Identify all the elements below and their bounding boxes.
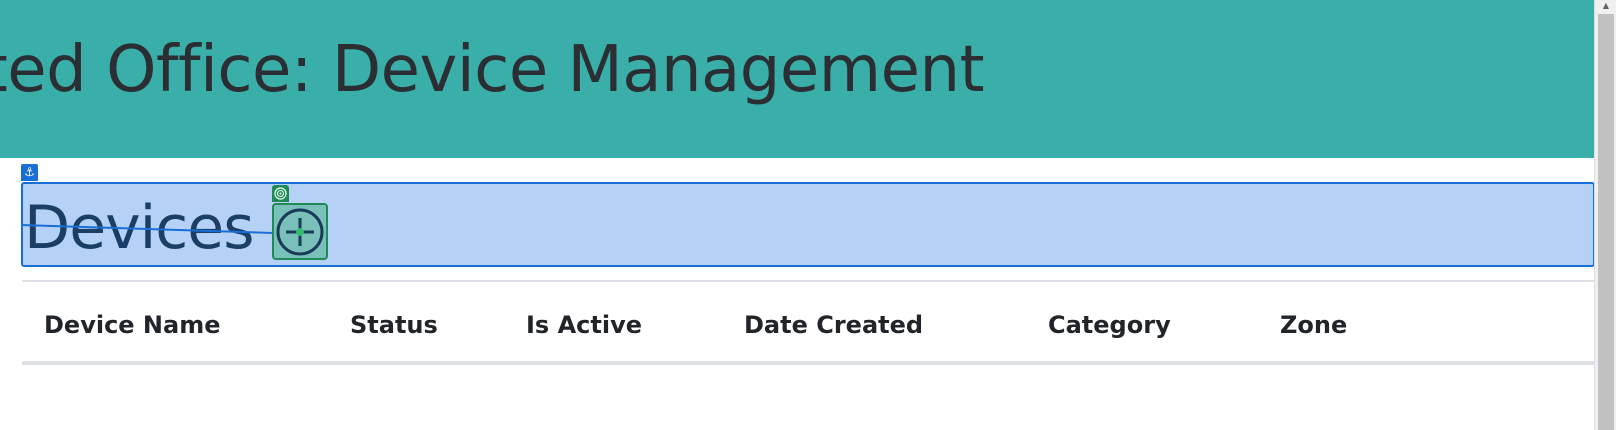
column-header-device-name[interactable]: Device Name [44,310,221,340]
crosshair-icon [276,208,324,256]
column-header-category[interactable]: Category [1048,310,1171,340]
drag-target-handle[interactable] [272,203,328,260]
column-header-status[interactable]: Status [350,310,438,340]
column-header-is-active[interactable]: Is Active [526,310,642,340]
column-header-zone[interactable]: Zone [1280,310,1347,340]
section-heading: Devices [24,193,254,263]
column-header-date-created[interactable]: Date Created [744,310,923,340]
page: cted Office: Device Management ⚓ Devices… [0,0,1616,430]
vertical-scrollbar[interactable]: ▲ [1594,0,1616,430]
devices-table-header: Device Name Status Is Active Date Create… [22,282,1594,362]
target-icon[interactable] [272,185,289,202]
scrollbar-thumb[interactable] [1598,14,1614,430]
selected-section-outline[interactable] [21,182,1595,267]
table-divider-bottom [22,361,1594,365]
scroll-up-icon[interactable]: ▲ [1598,0,1614,12]
page-title: cted Office: Device Management [0,33,985,107]
anchor-icon[interactable]: ⚓ [21,164,38,181]
header-band: cted Office: Device Management [0,0,1594,158]
